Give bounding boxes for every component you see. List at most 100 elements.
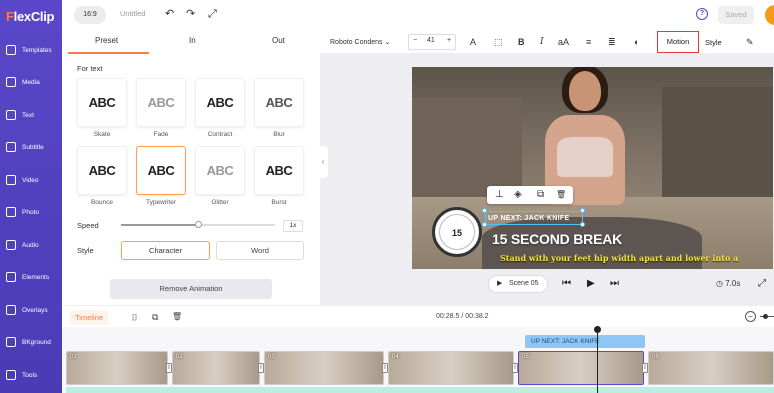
duplicate-icon[interactable]: ⧉ <box>537 188 544 202</box>
clock-icon: ◷ <box>716 279 723 288</box>
motion-button[interactable]: Motion <box>657 31 699 53</box>
clip-divider[interactable]: I <box>642 363 648 373</box>
video-background <box>662 87 773 197</box>
resize-handle[interactable] <box>580 208 585 213</box>
next-icon[interactable]: ⏭ <box>610 277 619 291</box>
templates-icon <box>6 45 16 55</box>
delete-clip-icon[interactable]: 🗑 <box>172 311 182 323</box>
tab-in[interactable]: In <box>189 36 196 45</box>
audio-track[interactable] <box>66 387 774 393</box>
fullscreen-icon[interactable]: ⤢ <box>208 7 217 21</box>
duplicate-clip-icon[interactable]: ⧉ <box>152 311 158 323</box>
caption-text[interactable]: Stand with your feet hip width apart and… <box>500 253 738 263</box>
delete-icon[interactable]: 🗑 <box>556 188 566 202</box>
animation-label: Burst <box>271 199 287 206</box>
speed-value[interactable]: 1x <box>283 220 303 232</box>
italic-button[interactable]: I <box>540 36 544 48</box>
playhead[interactable] <box>597 330 598 393</box>
sidebar-item-subtitle[interactable]: Subtitle <box>0 132 62 162</box>
zoom-out-icon[interactable]: − <box>745 311 756 322</box>
increase-size-button[interactable]: + <box>447 37 451 44</box>
tab-preset[interactable]: Preset <box>95 36 118 45</box>
clip-divider[interactable]: I <box>382 363 388 373</box>
animation-burst[interactable]: ABC <box>254 146 304 195</box>
tab-out[interactable]: Out <box>272 36 285 45</box>
animation-label: Blur <box>273 131 285 138</box>
avatar[interactable] <box>765 5 774 25</box>
video-clip[interactable]: 04 <box>388 351 514 385</box>
sidebar-item-video[interactable]: Video <box>0 165 62 195</box>
redo-icon[interactable]: ↷ <box>186 7 195 21</box>
preview-fullscreen-icon[interactable]: ⤢ <box>758 277 766 291</box>
animation-skate[interactable]: ABC <box>77 78 127 127</box>
video-clip[interactable]: 02 <box>172 351 260 385</box>
previous-icon[interactable]: ⏮ <box>562 277 571 291</box>
timeline-toggle[interactable]: Timeline <box>70 310 109 325</box>
resize-handle[interactable] <box>482 222 487 227</box>
font-size-value[interactable]: 41 <box>427 37 435 44</box>
up-next-text[interactable]: UP NEXT: JACK KNIFE <box>488 215 569 222</box>
clip-divider[interactable]: I <box>258 363 264 373</box>
layers-icon[interactable]: ◈ <box>514 188 522 202</box>
zoom-slider-knob[interactable] <box>763 314 768 319</box>
style-word-button[interactable]: Word <box>216 241 304 260</box>
scene-selector[interactable]: ▶ Scene 05 <box>488 275 548 293</box>
bold-button[interactable]: B <box>518 36 525 48</box>
speed-slider-knob[interactable] <box>195 221 202 228</box>
clip-divider[interactable]: I <box>166 363 172 373</box>
style-character-button[interactable]: Character <box>121 241 210 260</box>
text-case-button[interactable]: aA <box>558 36 569 48</box>
align-icon[interactable]: ≡ <box>586 36 591 48</box>
animation-bounce[interactable]: ABC <box>77 146 127 195</box>
speed-slider-fill <box>121 224 198 226</box>
style-button[interactable]: Style <box>705 38 722 47</box>
sidebar-item-audio[interactable]: Audio <box>0 230 62 260</box>
video-clip[interactable]: 06 <box>648 351 774 385</box>
edit-icon[interactable]: ✎ <box>746 36 754 48</box>
resize-handle[interactable] <box>580 222 585 227</box>
align-layer-icon[interactable]: ⊥ <box>495 188 504 202</box>
clip-divider[interactable]: I <box>512 363 518 373</box>
sidebar-item-text[interactable]: Text <box>0 100 62 130</box>
text-clip[interactable]: UP NEXT: JACK KNIFE <box>525 335 645 348</box>
playhead-handle[interactable] <box>594 326 601 333</box>
video-preview[interactable]: 15 ⊥ ◈ ⧉ 🗑 UP NEXT: JACK KNIFE 15 SECOND… <box>412 67 773 269</box>
collapse-panel-button[interactable]: ‹ <box>318 146 328 178</box>
sidebar-item-photo[interactable]: Photo <box>0 197 62 227</box>
effect-icon[interactable]: ◐ <box>634 36 639 48</box>
animation-label: Bounce <box>90 199 114 206</box>
animation-fade[interactable]: ABC <box>136 78 186 127</box>
spacing-icon[interactable]: ≣ <box>608 36 616 48</box>
animation-contract[interactable]: ABC <box>195 78 245 127</box>
split-icon[interactable]: ⌷ <box>132 311 137 323</box>
animation-blur[interactable]: ABC <box>254 78 304 127</box>
animation-typewriter[interactable]: ABC <box>136 146 186 195</box>
font-select[interactable]: Roboto Condens ⌄ <box>330 38 390 46</box>
sidebar-item-tools[interactable]: Tools <box>0 360 62 390</box>
video-clip-active[interactable]: 05 <box>518 351 644 385</box>
decrease-size-button[interactable]: − <box>413 37 417 44</box>
help-icon[interactable]: ? <box>696 8 708 20</box>
play-button[interactable]: ▶ <box>587 277 595 291</box>
speed-slider[interactable] <box>121 221 275 228</box>
aspect-ratio-button[interactable]: 16:9 <box>74 6 106 24</box>
animation-glitter[interactable]: ABC <box>195 146 245 195</box>
sidebar-item-overlays[interactable]: Overlays <box>0 295 62 325</box>
video-clip[interactable]: 01 <box>66 351 168 385</box>
sidebar-item-media[interactable]: Media <box>0 67 62 97</box>
project-title[interactable]: Untitled <box>120 9 145 18</box>
font-size-stepper[interactable]: − 41 + <box>408 34 456 50</box>
resize-handle[interactable] <box>482 208 487 213</box>
sidebar-item-background[interactable]: BKground <box>0 327 62 357</box>
remove-animation-button[interactable]: Remove Animation <box>110 279 272 299</box>
app-logo[interactable]: FlexClip <box>6 9 54 24</box>
fill-color-icon[interactable]: ⬚ <box>494 36 503 48</box>
text-color-icon[interactable]: A <box>470 36 476 48</box>
break-title-text[interactable]: 15 SECOND BREAK <box>492 231 622 247</box>
undo-icon[interactable]: ↶ <box>165 7 174 21</box>
sidebar-item-elements[interactable]: Elements <box>0 262 62 292</box>
sidebar-item-templates[interactable]: Templates <box>0 35 62 65</box>
saved-button[interactable]: Saved <box>718 6 754 24</box>
video-clip[interactable]: 03 <box>264 351 384 385</box>
scene-duration[interactable]: ◷ 7.0s <box>716 277 740 291</box>
